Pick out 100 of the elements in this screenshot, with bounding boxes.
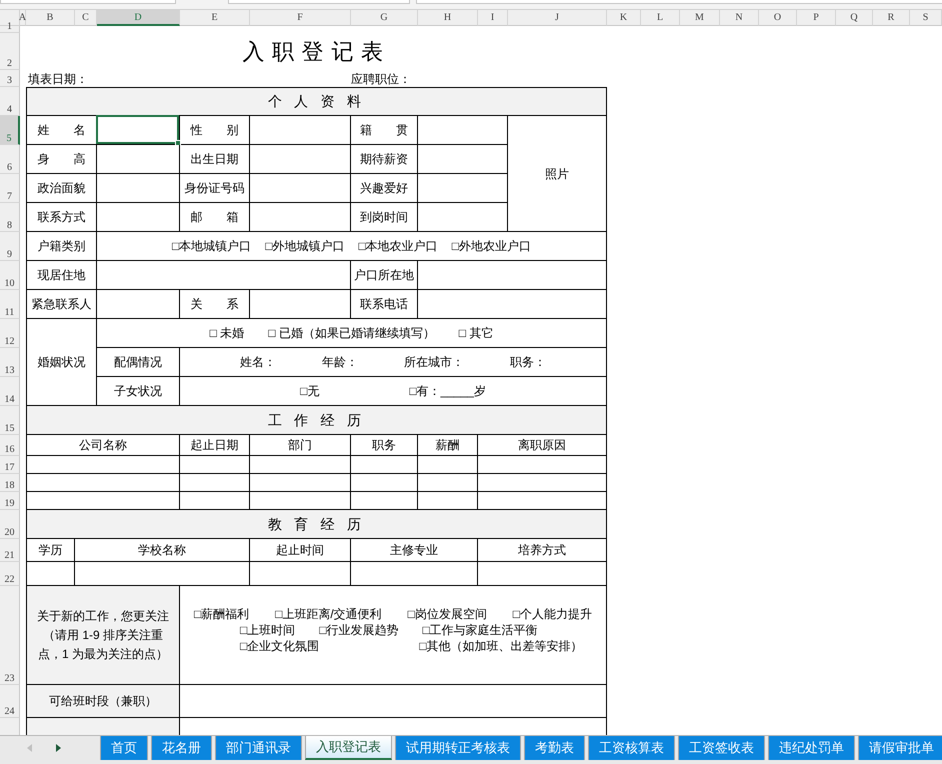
table-cell[interactable]	[250, 474, 351, 492]
table-cell: 到岗时间	[351, 203, 418, 232]
row-header[interactable]: 8	[0, 203, 20, 232]
table-cell[interactable]	[418, 474, 478, 492]
sheet-tab[interactable]: 违纪处罚单	[768, 736, 855, 760]
sheet-tab[interactable]: 工资核算表	[588, 736, 675, 760]
column-header[interactable]: R	[873, 10, 910, 26]
row-header[interactable]: 13	[0, 348, 20, 377]
table-cell[interactable]	[97, 203, 180, 232]
formula-bar-field[interactable]	[416, 0, 942, 4]
column-header[interactable]: I	[478, 10, 508, 26]
table-cell[interactable]	[478, 456, 607, 474]
column-header[interactable]: H	[418, 10, 478, 26]
row-header[interactable]: 7	[0, 174, 20, 203]
table-cell[interactable]	[180, 456, 250, 474]
table-cell[interactable]	[418, 261, 607, 290]
table-cell: 姓 名	[26, 116, 97, 145]
checkbox-option: □上班距离/交通便利	[275, 606, 382, 622]
sheet-tab[interactable]: 考勤表	[524, 736, 585, 760]
table-cell[interactable]	[418, 116, 508, 145]
column-header[interactable]: J	[508, 10, 607, 26]
table-cell[interactable]	[418, 203, 508, 232]
column-header[interactable]: S	[910, 10, 942, 26]
row-header[interactable]: 2	[0, 33, 20, 70]
row-header[interactable]: 21	[0, 539, 20, 562]
table-cell[interactable]	[418, 456, 478, 474]
row-header[interactable]: 12	[0, 319, 20, 348]
table-cell[interactable]	[418, 174, 508, 203]
row-header[interactable]: 18	[0, 474, 20, 492]
table-cell[interactable]	[250, 145, 351, 174]
column-header[interactable]: C	[75, 10, 97, 26]
row-header[interactable]: 20	[0, 510, 20, 539]
table-cell[interactable]	[250, 116, 351, 145]
sheet-tab[interactable]: 首页	[100, 736, 148, 760]
column-header[interactable]: O	[759, 10, 797, 26]
row-header[interactable]: 5	[0, 116, 20, 145]
row-header[interactable]: 11	[0, 290, 20, 319]
row-header[interactable]: 14	[0, 377, 20, 406]
table-cell[interactable]	[97, 290, 180, 319]
table-cell: 兴趣爱好	[351, 174, 418, 203]
table-cell[interactable]	[250, 290, 351, 319]
row-header[interactable]: 17	[0, 456, 20, 474]
row-header[interactable]: 19	[0, 492, 20, 510]
table-cell[interactable]	[26, 474, 180, 492]
row-header[interactable]: 16	[0, 435, 20, 456]
column-header[interactable]: A	[20, 10, 26, 26]
column-header[interactable]: Q	[836, 10, 873, 26]
table-cell[interactable]	[351, 474, 418, 492]
table-cell[interactable]	[351, 562, 478, 586]
name-box-field[interactable]	[0, 0, 176, 4]
table-cell[interactable]	[418, 290, 607, 319]
table-cell[interactable]	[180, 474, 250, 492]
column-header[interactable]: F	[250, 10, 351, 26]
row-header[interactable]: 4	[0, 87, 20, 116]
row-header[interactable]: 9	[0, 232, 20, 261]
column-header[interactable]: B	[26, 10, 75, 26]
table-cell[interactable]	[97, 174, 180, 203]
column-header[interactable]: E	[180, 10, 250, 26]
column-header[interactable]: M	[680, 10, 720, 26]
sheet-tab[interactable]: 入职登记表	[305, 736, 392, 760]
triangle-right-icon	[56, 744, 60, 752]
table-cell: 照片	[508, 116, 607, 232]
row-header[interactable]: 23	[0, 586, 20, 685]
row-header[interactable]: 22	[0, 562, 20, 586]
checkbox-option: □ 已婚（如果已婚请继续填写）	[268, 324, 435, 342]
table-cell[interactable]	[351, 456, 418, 474]
row-header[interactable]: 3	[0, 70, 20, 87]
table-cell[interactable]	[250, 174, 351, 203]
table-cell[interactable]	[97, 261, 351, 290]
column-header[interactable]: N	[720, 10, 759, 26]
sheet-tab[interactable]: 部门通讯录	[215, 736, 302, 760]
sheet-tab[interactable]: 请假审批单	[858, 736, 942, 760]
table-cell[interactable]	[418, 145, 508, 174]
table-cell[interactable]	[97, 145, 180, 174]
sheet-tab[interactable]: 试用期转正考核表	[395, 736, 521, 760]
section-header: 个 人 资 料	[26, 87, 607, 116]
row-header[interactable]: 6	[0, 145, 20, 174]
table-cell[interactable]	[250, 562, 351, 586]
formula-bar-field[interactable]	[228, 0, 410, 4]
table-cell[interactable]	[26, 718, 180, 735]
sheet-tab[interactable]: 花名册	[151, 736, 212, 760]
fill-handle[interactable]	[175, 140, 181, 146]
table-cell[interactable]	[26, 456, 180, 474]
column-header[interactable]: D	[97, 10, 180, 26]
table-cell[interactable]	[478, 562, 607, 586]
table-cell[interactable]	[250, 456, 351, 474]
row-header[interactable]: 10	[0, 261, 20, 290]
column-header[interactable]: K	[607, 10, 641, 26]
column-header[interactable]: P	[797, 10, 836, 26]
table-cell: 联系电话	[351, 290, 418, 319]
table-cell: 离职原因	[478, 435, 607, 456]
table-cell[interactable]	[478, 474, 607, 492]
row-header[interactable]: 15	[0, 406, 20, 435]
row-header[interactable]: 24	[0, 685, 20, 718]
sheet-tab[interactable]: 工资签收表	[678, 736, 765, 760]
column-header[interactable]: L	[641, 10, 680, 26]
table-cell[interactable]	[250, 203, 351, 232]
column-header[interactable]: G	[351, 10, 418, 26]
table-cell[interactable]	[180, 685, 607, 718]
table-cell: 籍 贯	[351, 116, 418, 145]
